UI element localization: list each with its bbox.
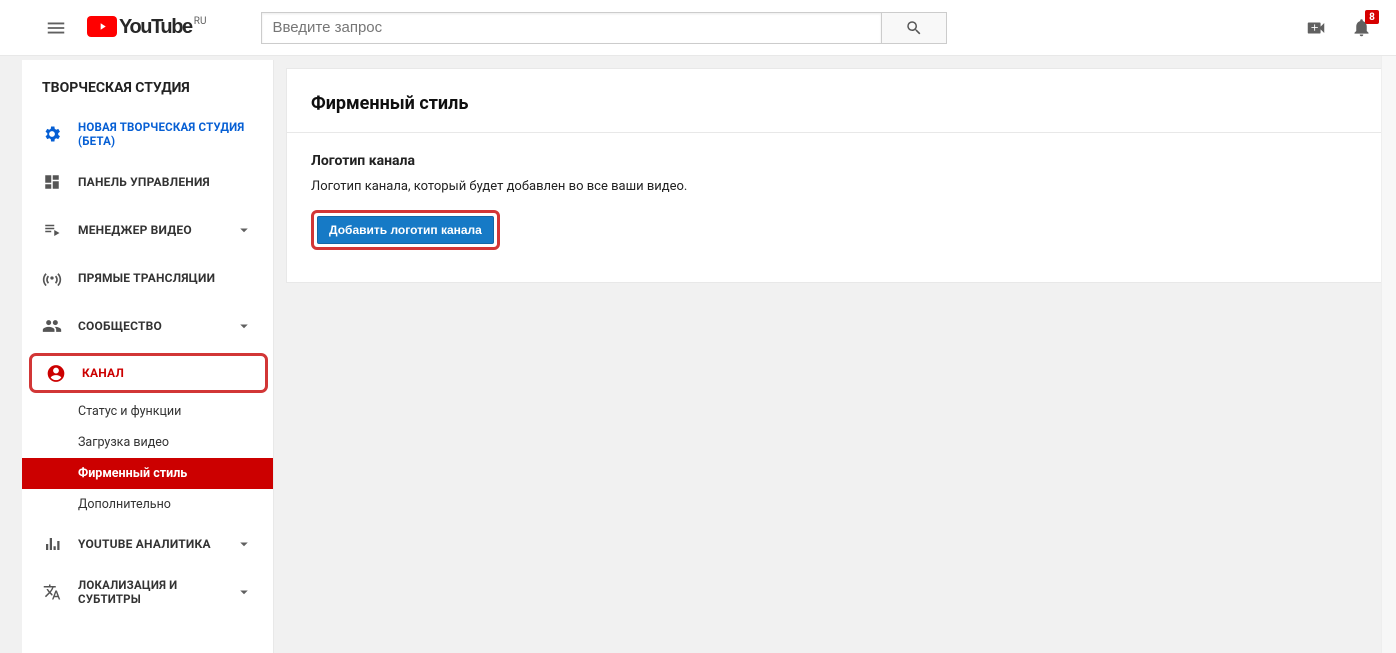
main-content: Фирменный стиль Логотип канала Логотип к… — [274, 56, 1396, 653]
sidebar-item-community[interactable]: СООБЩЕСТВО — [22, 302, 273, 350]
sidebar-item-localization[interactable]: ЛОКАЛИЗАЦИЯ И СУБТИТРЫ — [22, 568, 273, 616]
search-icon — [905, 19, 923, 37]
sidebar-channel-submenu: Статус и функции Загрузка видео Фирменны… — [22, 396, 273, 520]
chevron-down-icon — [235, 317, 253, 335]
translate-icon — [42, 583, 62, 601]
sidebar-item-label: НОВАЯ ТВОРЧЕСКАЯ СТУДИЯ (БЕТА) — [78, 120, 253, 149]
sidebar-item-channel[interactable]: КАНАЛ — [29, 353, 268, 393]
analytics-icon — [42, 535, 62, 553]
youtube-play-icon — [87, 16, 117, 37]
searchbox — [261, 12, 947, 44]
sidebar: ТВОРЧЕСКАЯ СТУДИЯ НОВАЯ ТВОРЧЕСКАЯ СТУДИ… — [22, 60, 274, 653]
sidebar-sub-status[interactable]: Статус и функции — [22, 396, 273, 427]
youtube-logo[interactable]: YouTube RU — [87, 16, 206, 39]
page-body: ТВОРЧЕСКАЯ СТУДИЯ НОВАЯ ТВОРЧЕСКАЯ СТУДИ… — [0, 56, 1396, 653]
gear-icon — [42, 124, 62, 144]
topbar: YouTube RU 8 — [0, 0, 1396, 56]
chevron-down-icon — [235, 221, 253, 239]
highlight-annotation: Добавить логотип канала — [311, 210, 500, 250]
sidebar-item-new-studio-beta[interactable]: НОВАЯ ТВОРЧЕСКАЯ СТУДИЯ (БЕТА) — [22, 110, 273, 158]
notifications-icon[interactable]: 8 — [1351, 17, 1372, 38]
sidebar-item-label: КАНАЛ — [82, 366, 251, 380]
video-list-icon — [42, 221, 62, 239]
sidebar-item-video-manager[interactable]: МЕНЕДЖЕР ВИДЕО — [22, 206, 273, 254]
branding-panel: Фирменный стиль Логотип канала Логотип к… — [286, 68, 1384, 283]
dashboard-icon — [42, 173, 62, 191]
sidebar-item-label: ЛОКАЛИЗАЦИЯ И СУБТИТРЫ — [78, 578, 219, 607]
sidebar-title: ТВОРЧЕСКАЯ СТУДИЯ — [22, 60, 273, 110]
sidebar-sub-advanced[interactable]: Дополнительно — [22, 489, 273, 520]
sidebar-sub-branding[interactable]: Фирменный стиль — [22, 458, 273, 489]
sidebar-item-label: МЕНЕДЖЕР ВИДЕО — [78, 223, 219, 237]
section-title: Логотип канала — [311, 153, 1359, 169]
sidebar-item-label: ПРЯМЫЕ ТРАНСЛЯЦИИ — [78, 271, 253, 285]
logo-text: YouTube — [119, 16, 192, 39]
sidebar-item-analytics[interactable]: YOUTUBE АНАЛИТИКА — [22, 520, 273, 568]
hamburger-menu-icon[interactable] — [45, 17, 67, 39]
section-description: Логотип канала, который будет добавлен в… — [311, 179, 1359, 194]
chevron-down-icon — [235, 583, 253, 601]
live-icon — [42, 268, 62, 288]
search-button[interactable] — [881, 12, 947, 44]
sidebar-item-dashboard[interactable]: ПАНЕЛЬ УПРАВЛЕНИЯ — [22, 158, 273, 206]
people-icon — [42, 316, 62, 336]
chevron-down-icon — [235, 535, 253, 553]
upload-video-icon[interactable] — [1305, 17, 1327, 39]
sidebar-item-label: СООБЩЕСТВО — [78, 319, 219, 333]
sidebar-item-live[interactable]: ПРЯМЫЕ ТРАНСЛЯЦИИ — [22, 254, 273, 302]
topbar-actions: 8 — [1305, 17, 1372, 39]
sidebar-item-label: YOUTUBE АНАЛИТИКА — [78, 537, 219, 551]
add-channel-logo-button[interactable]: Добавить логотип канала — [317, 216, 494, 244]
logo-region: RU — [194, 16, 207, 27]
notification-badge: 8 — [1365, 10, 1379, 24]
page-title: Фирменный стиль — [311, 93, 1359, 114]
sidebar-item-label: ПАНЕЛЬ УПРАВЛЕНИЯ — [78, 175, 253, 189]
divider — [287, 132, 1383, 133]
person-circle-icon — [46, 363, 66, 384]
sidebar-sub-upload[interactable]: Загрузка видео — [22, 427, 273, 458]
search-input[interactable] — [261, 12, 881, 44]
